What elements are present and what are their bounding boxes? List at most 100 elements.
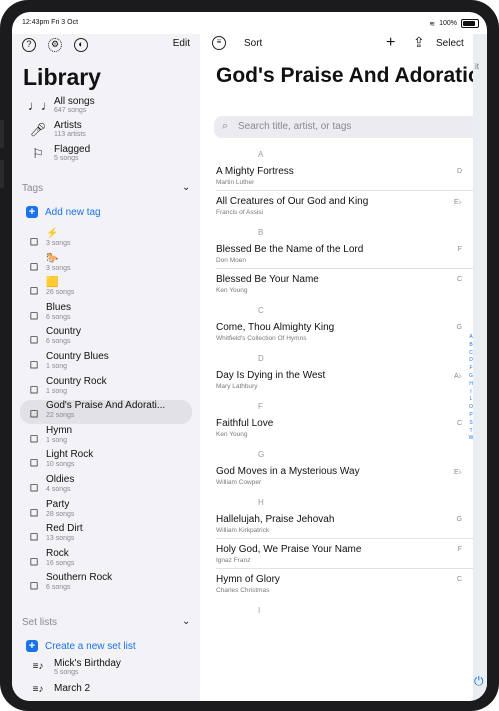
- tags-collapse-chevron-icon[interactable]: ⌄: [182, 182, 190, 193]
- main-toolbar: ≡ Sort + ⇪ Select: [200, 34, 487, 56]
- plus-icon: +: [26, 640, 38, 652]
- edit-button[interactable]: Edit: [173, 38, 190, 49]
- tag-icon: ◇: [24, 256, 43, 275]
- setlist-icon: ≡♪: [32, 661, 44, 672]
- song-artist: Mary Lathbury: [216, 383, 258, 390]
- tags-header: Tags: [22, 183, 44, 194]
- tag-item[interactable]: ◇ Southern Rock 6 songs: [20, 572, 192, 596]
- section-letter: A: [258, 150, 264, 159]
- song-row[interactable]: All Creatures of Our God and King Francis…: [216, 196, 476, 216]
- row-divider: [216, 568, 478, 569]
- song-key: F: [457, 546, 462, 553]
- library-title: Library: [23, 64, 101, 90]
- create-setlist-label: Create a new set list: [45, 641, 136, 652]
- section-letter: D: [258, 354, 264, 363]
- row-divider: [216, 268, 478, 269]
- song-row[interactable]: A Mighty Fortress Martin Luther D: [216, 166, 476, 186]
- song-key: C: [456, 576, 462, 583]
- tag-item[interactable]: ◇ Hymn 1 song: [20, 425, 192, 449]
- song-row[interactable]: Hymn of Glory Charles Christmas C: [216, 574, 476, 594]
- song-row[interactable]: Holy God, We Praise Your Name Ignaz Franz…: [216, 544, 476, 564]
- song-row[interactable]: Blessed Be Your Name Ken Young C: [216, 274, 476, 294]
- tag-item[interactable]: ◇ God's Praise And Adorati... 22 songs: [20, 400, 192, 425]
- song-row[interactable]: Faithful Love Ken Young C: [216, 418, 476, 438]
- gear-icon[interactable]: ⚙: [48, 38, 62, 52]
- secondary-window-edge: it ⏻: [473, 34, 487, 701]
- power-icon[interactable]: ⏻: [474, 674, 484, 689]
- tag-item[interactable]: ◇ 🟨 26 songs: [20, 277, 192, 301]
- song-row[interactable]: Day Is Dying in the West Mary Lathbury A♭: [216, 370, 476, 390]
- song-row[interactable]: Come, Thou Almighty King Whitfield's Coll…: [216, 322, 476, 342]
- song-artist: William Cowper: [216, 479, 262, 486]
- library-item-count: 113 artists: [54, 131, 86, 138]
- tag-label: 🐎: [46, 252, 59, 264]
- tag-label: Country Blues: [46, 351, 109, 362]
- add-song-plus-icon[interactable]: +: [386, 34, 395, 52]
- search-icon: ⌕: [222, 120, 229, 132]
- tag-item[interactable]: ◇ Party 28 songs: [20, 499, 192, 523]
- tag-item[interactable]: ◇ Light Rock 10 songs: [20, 449, 192, 473]
- tag-count: 3 songs: [46, 240, 71, 247]
- share-icon[interactable]: ⇪: [413, 34, 425, 51]
- song-artist: Ken Young: [216, 287, 248, 294]
- song-artist: Ignaz Franz: [216, 557, 251, 564]
- song-row[interactable]: God Moves in a Mysterious Way William Cow…: [216, 466, 476, 486]
- tag-label: Light Rock: [46, 449, 94, 461]
- tag-item[interactable]: ◇ Blues 6 songs: [20, 302, 192, 326]
- song-title: Day Is Dying in the West: [216, 370, 326, 381]
- song-key: C: [456, 420, 462, 427]
- song-title: God Moves in a Mysterious Way: [216, 466, 360, 477]
- tag-item[interactable]: ◇ Country Blues 1 song: [20, 351, 192, 375]
- battery-percent: 100%: [439, 20, 457, 27]
- tag-count: 16 songs: [46, 559, 75, 567]
- tag-item[interactable]: ◇ ⚡ 3 songs: [20, 228, 192, 252]
- menu-icon[interactable]: ≡: [212, 36, 226, 50]
- song-artist: Martin Luther: [216, 179, 255, 186]
- tag-count: 1 song: [46, 363, 68, 370]
- tag-icon: ◇: [24, 502, 43, 521]
- song-title: A Mighty Fortress: [216, 166, 294, 177]
- setlist-count: 5 songs: [54, 669, 79, 676]
- song-title: Hallelujah, Praise Jehovah: [216, 514, 335, 525]
- tag-icon: ◇: [24, 576, 43, 595]
- tag-label: Southern Rock: [46, 572, 113, 584]
- song-title: Hymn of Glory: [216, 574, 280, 585]
- song-row[interactable]: Hallelujah, Praise Jehovah William Kirkpa…: [216, 514, 476, 534]
- library-item-label: All songs: [54, 96, 95, 107]
- help-icon[interactable]: ?: [22, 38, 36, 52]
- tag-item[interactable]: ◇ Rock 16 songs: [20, 548, 192, 572]
- tag-item[interactable]: ◇ Country Rock 1 song: [20, 376, 192, 400]
- song-key: D: [456, 168, 462, 175]
- song-artist: Ken Young: [216, 431, 248, 438]
- volume-button: [0, 160, 4, 188]
- tag-icon: ◇: [24, 478, 43, 496]
- song-title: Blessed Be Your Name: [216, 274, 319, 285]
- select-button[interactable]: Select: [436, 38, 464, 49]
- tag-count: 28 songs: [46, 510, 75, 518]
- tag-item[interactable]: ◇ 🐎 3 songs: [20, 253, 192, 277]
- section-letter: C: [258, 306, 264, 315]
- setlists-collapse-chevron-icon[interactable]: ⌄: [182, 616, 190, 627]
- sidebar: ? ⚙ ◐ Edit Library ♩♩ All songs 647 song…: [12, 34, 201, 701]
- section-letter: B: [258, 228, 264, 237]
- song-title: All Creatures of Our God and King: [216, 196, 369, 207]
- ipad-frame: 12:43pm Fri 3 Oct ≋ 100% ? ⚙ ◐ Edit Libr…: [0, 0, 499, 711]
- search-field[interactable]: ⌕ Search title, artist, or tags: [214, 116, 478, 138]
- search-placeholder: Search title, artist, or tags: [238, 121, 352, 132]
- tag-item[interactable]: ◇ Red Dirt 13 songs: [20, 523, 192, 547]
- tag-count: 26 songs: [46, 289, 75, 297]
- tag-icon: ◇: [24, 281, 43, 300]
- tag-count: 13 songs: [46, 535, 75, 543]
- battery-icon: [461, 19, 479, 28]
- song-row[interactable]: Blessed Be the Name of the Lord Don Moen F: [216, 244, 476, 264]
- tag-item[interactable]: ◇ Country 6 songs: [20, 326, 192, 350]
- sort-button[interactable]: Sort: [244, 38, 262, 49]
- setlist-label: Mick's Birthday: [54, 658, 121, 669]
- song-artist: Don Moen: [216, 257, 246, 264]
- palette-icon[interactable]: ◐: [74, 38, 88, 52]
- setlist-icon: ≡♪: [32, 684, 44, 695]
- tag-item[interactable]: ◇ Oldies 4 songs: [20, 474, 192, 498]
- tag-label: ⚡: [46, 228, 59, 239]
- wifi-icon: ≋: [429, 20, 436, 28]
- tag-label: Country: [46, 326, 82, 338]
